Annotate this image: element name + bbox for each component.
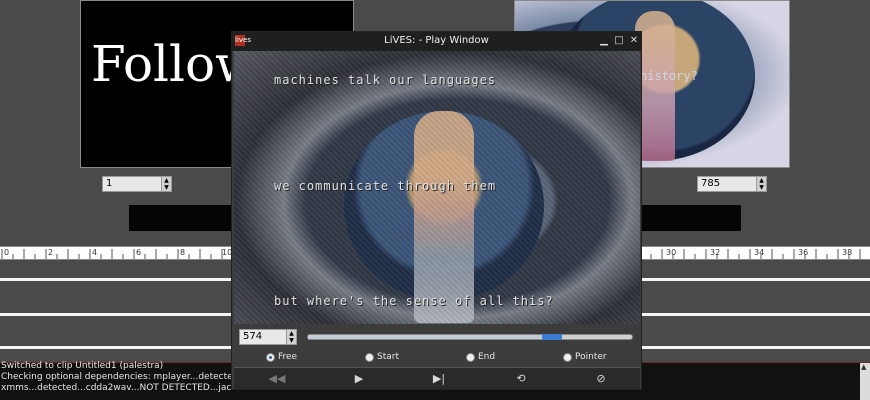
left-black-bar (129, 205, 233, 231)
right-clip-text: history? (640, 69, 698, 83)
ruler-label-8: 8 (180, 248, 186, 257)
right-black-bar (641, 205, 741, 231)
spinner-arrows-icon[interactable]: ▲ ▼ (161, 177, 171, 191)
window-title: LiVES: - Play Window (384, 35, 489, 46)
slider-knob[interactable] (541, 334, 562, 340)
ruler-label-36: 36 (798, 248, 809, 257)
playback-controls: ◀◀ ▶ ▶| ⟲ ⊘ (234, 367, 640, 389)
status-line: xmms...detected...cdda2wav...NOT DETECTE… (1, 383, 243, 393)
radio-label: End (478, 352, 496, 362)
play-window[interactable]: lives LiVES: - Play Window ▁ □ ✕ machine… (231, 31, 642, 390)
ruler-label-30: 30 (666, 248, 677, 257)
ruler-label-38: 38 (842, 248, 853, 257)
frame-value: 574 (243, 331, 263, 342)
radio-label: Start (377, 352, 399, 362)
close-icon[interactable]: ✕ (627, 34, 641, 48)
right-frame-spinner[interactable]: 785 ▲ ▼ (697, 176, 767, 192)
status-line: Checking optional dependencies: mplayer.… (1, 372, 247, 382)
minimize-icon[interactable]: ▁ (597, 34, 611, 48)
video-caption-3: but where's the sense of all this? (274, 294, 554, 308)
loop-icon[interactable]: ⟲ (506, 370, 536, 387)
ruler-label-34: 34 (754, 248, 765, 257)
mute-icon[interactable]: ⊘ (586, 370, 616, 387)
radio-label: Free (278, 352, 298, 362)
video-caption-1: machines talk our languages (274, 73, 497, 87)
message-scrollbar[interactable]: ▲ (860, 363, 870, 400)
rewind-icon[interactable]: ◀◀ (262, 370, 292, 387)
video-display[interactable]: machines talk our languages we communica… (234, 51, 640, 324)
maximize-icon[interactable]: □ (612, 34, 626, 48)
ruler-label-4: 4 (92, 248, 98, 257)
play-icon[interactable]: ▶ (344, 370, 374, 387)
play-window-titlebar[interactable]: lives LiVES: - Play Window ▁ □ ✕ (232, 32, 641, 51)
scroll-up-icon[interactable]: ▲ (861, 363, 866, 371)
slider-fill (308, 335, 556, 339)
position-slider[interactable] (307, 334, 633, 340)
ruler-label-32: 32 (710, 248, 721, 257)
frame-spinner[interactable]: 574 ▲ ▼ (239, 329, 297, 345)
radio-dot[interactable] (365, 353, 374, 362)
right-frame-value: 785 (701, 178, 721, 189)
spinner-arrows-icon[interactable]: ▲ ▼ (756, 177, 766, 191)
left-frame-value: 1 (106, 178, 113, 189)
status-line: Switched to clip Untitled1 (palestra) (1, 361, 164, 371)
ruler-label-0: 0 (4, 248, 10, 257)
radio-dot[interactable] (563, 353, 572, 362)
ruler-label-2: 2 (48, 248, 54, 257)
video-caption-2: we communicate through them (274, 179, 497, 193)
radio-dot[interactable] (266, 353, 275, 362)
ruler-label-6: 6 (136, 248, 142, 257)
radio-label: Pointer (575, 352, 607, 362)
radio-dot[interactable] (466, 353, 475, 362)
left-frame-spinner[interactable]: 1 ▲ ▼ (102, 176, 172, 192)
play-selection-icon[interactable]: ▶| (424, 370, 454, 387)
spinner-arrows-icon[interactable]: ▲ ▼ (286, 330, 296, 344)
